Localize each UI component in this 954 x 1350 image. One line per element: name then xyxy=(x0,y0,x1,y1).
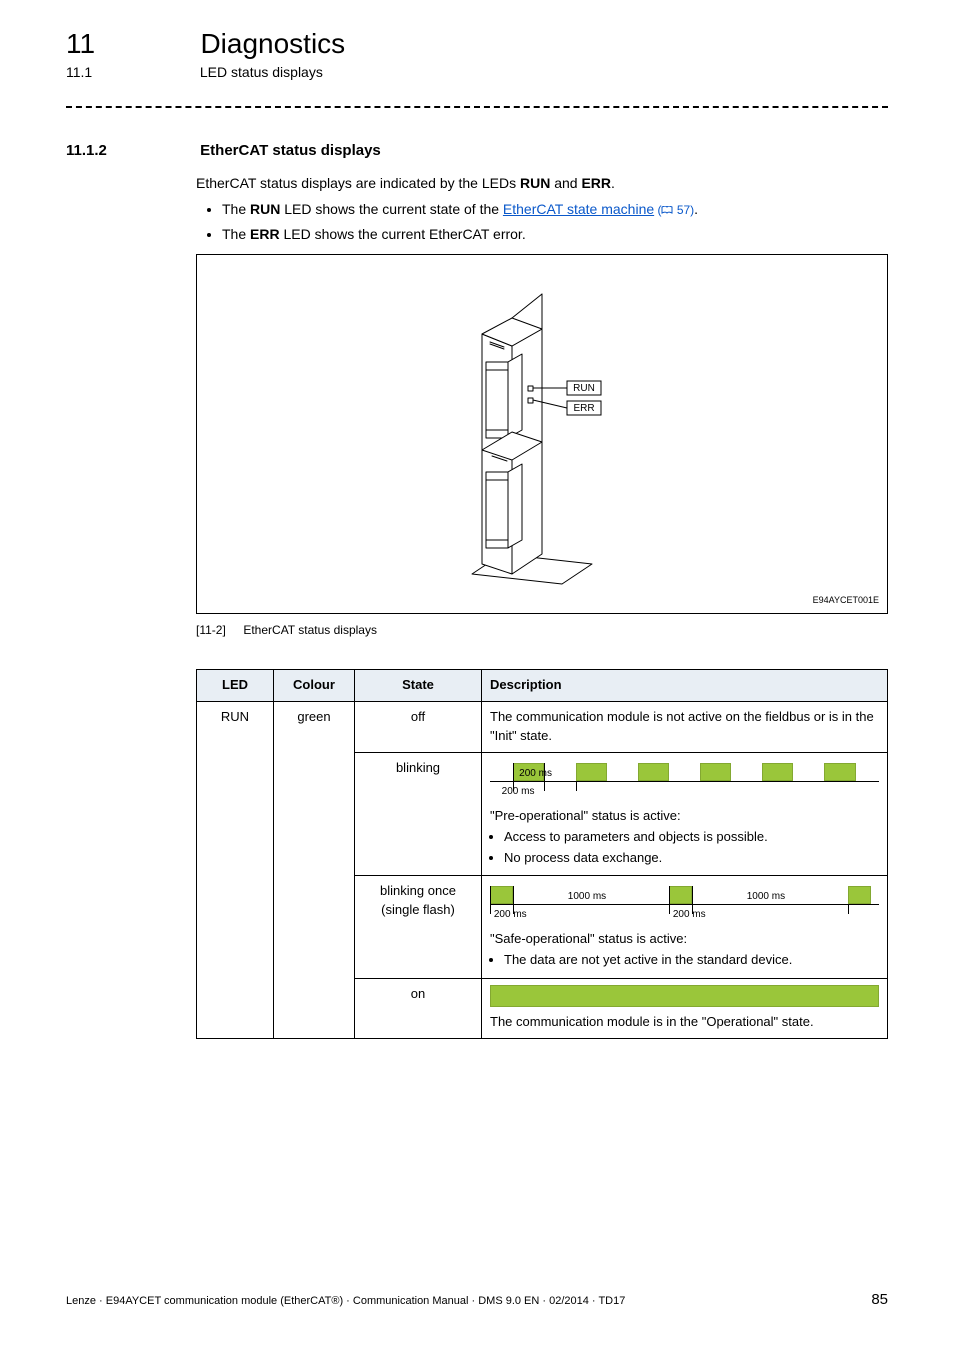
text: and xyxy=(550,175,581,191)
desc-line: "Safe-operational" status is active: xyxy=(490,930,879,949)
th-led: LED xyxy=(197,670,274,702)
footer-text: Lenze · E94AYCET communication module (E… xyxy=(66,1295,625,1307)
book-icon xyxy=(661,206,673,214)
text: ( xyxy=(654,203,661,217)
section-number: 11.1.2 xyxy=(66,142,196,159)
figure-number: [11-2] xyxy=(196,622,240,639)
bold-err: ERR xyxy=(250,226,280,242)
timing-label: 1000 ms xyxy=(568,890,606,905)
cell-desc-on: The communication module is in the "Oper… xyxy=(482,979,888,1039)
figure-caption: [11-2] EtherCAT status displays xyxy=(196,622,888,639)
subsection-number: 11.1 xyxy=(66,64,196,80)
state-line2: (single flash) xyxy=(381,902,455,917)
separator-dashed xyxy=(66,106,888,108)
timing-on-solid xyxy=(490,985,879,1007)
timing-single-flash: 1000 ms 1000 ms 200 ms 200 ms xyxy=(490,886,879,924)
cell-desc-single-flash: 1000 ms 1000 ms 200 ms 200 ms "Safe-oper… xyxy=(482,876,888,979)
desc-line: "Pre-operational" status is active: xyxy=(490,807,879,826)
timing-blinking: 200 ms 200 ms xyxy=(490,763,879,801)
cell-state-on: on xyxy=(355,979,482,1039)
figure-label-run: RUN xyxy=(573,383,595,394)
cell-desc-blinking: 200 ms 200 ms "Pre-operational" status i… xyxy=(482,752,888,876)
intro-bullets: The RUN LED shows the current state of t… xyxy=(196,199,888,244)
cell-desc-off: The communication module is not active o… xyxy=(482,702,888,753)
timing-label: 200 ms xyxy=(673,908,706,923)
th-colour: Colour xyxy=(274,670,355,702)
text: . xyxy=(694,201,698,217)
cell-state-off: off xyxy=(355,702,482,753)
text: The xyxy=(222,201,250,217)
timing-label: 200 ms xyxy=(502,785,535,800)
page-footer: Lenze · E94AYCET communication module (E… xyxy=(66,1291,888,1308)
chapter-title: Diagnostics xyxy=(200,28,345,60)
timing-label: 200 ms xyxy=(519,767,552,782)
intro-paragraph: EtherCAT status displays are indicated b… xyxy=(196,173,888,193)
bullet-err-led: The ERR LED shows the current EtherCAT e… xyxy=(222,224,888,244)
subsection-title: LED status displays xyxy=(200,64,323,80)
led-status-table: LED Colour State Description RUN green o… xyxy=(196,669,888,1039)
desc-list: The data are not yet active in the stand… xyxy=(504,951,879,970)
cell-colour: green xyxy=(274,702,355,1039)
list-item: Access to parameters and objects is poss… xyxy=(504,828,879,847)
module-illustration: RUN ERR xyxy=(412,274,672,594)
th-description: Description xyxy=(482,670,888,702)
page-header: 11 Diagnostics 11.1 LED status displays xyxy=(66,28,888,80)
figure-code: E94AYCET001E xyxy=(813,594,879,607)
list-item: The data are not yet active in the stand… xyxy=(504,951,879,970)
table-row: RUN green off The communication module i… xyxy=(197,702,888,753)
cell-led: RUN xyxy=(197,702,274,1039)
text: LED shows the current state of the xyxy=(280,201,503,217)
timing-label: 1000 ms xyxy=(747,890,785,905)
figure-caption-text: EtherCAT status displays xyxy=(243,623,377,637)
page-number: 85 xyxy=(871,1291,888,1308)
bold-run: RUN xyxy=(520,175,550,191)
text: 57) xyxy=(673,203,694,217)
bold-run: RUN xyxy=(250,201,280,217)
text: LED shows the current EtherCAT error. xyxy=(280,226,526,242)
text: . xyxy=(611,175,615,191)
section-heading: 11.1.2 EtherCAT status displays xyxy=(66,142,888,159)
th-state: State xyxy=(355,670,482,702)
body: EtherCAT status displays are indicated b… xyxy=(196,173,888,1039)
list-item: No process data exchange. xyxy=(504,849,879,868)
desc-list: Access to parameters and objects is poss… xyxy=(504,828,879,868)
text: EtherCAT status displays are indicated b… xyxy=(196,175,520,191)
cell-state-blinking: blinking xyxy=(355,752,482,876)
state-line1: blinking once xyxy=(380,883,456,898)
text: The xyxy=(222,226,250,242)
desc-line: The communication module is in the "Oper… xyxy=(490,1013,879,1032)
bullet-run-led: The RUN LED shows the current state of t… xyxy=(222,199,888,219)
section-title: EtherCAT status displays xyxy=(200,142,381,159)
timing-label: 200 ms xyxy=(494,908,527,923)
figure-label-err: ERR xyxy=(573,403,594,414)
bold-err: ERR xyxy=(581,175,611,191)
cross-ref[interactable]: ( 57) xyxy=(654,203,694,217)
chapter-number: 11 xyxy=(66,28,196,60)
link-ethercat-state-machine[interactable]: EtherCAT state machine xyxy=(503,201,654,217)
page: { "header": { "chapter_num": "11", "chap… xyxy=(0,0,954,1350)
figure-box: RUN ERR E94AYCET001E xyxy=(196,254,888,614)
cell-state-single-flash: blinking once (single flash) xyxy=(355,876,482,979)
